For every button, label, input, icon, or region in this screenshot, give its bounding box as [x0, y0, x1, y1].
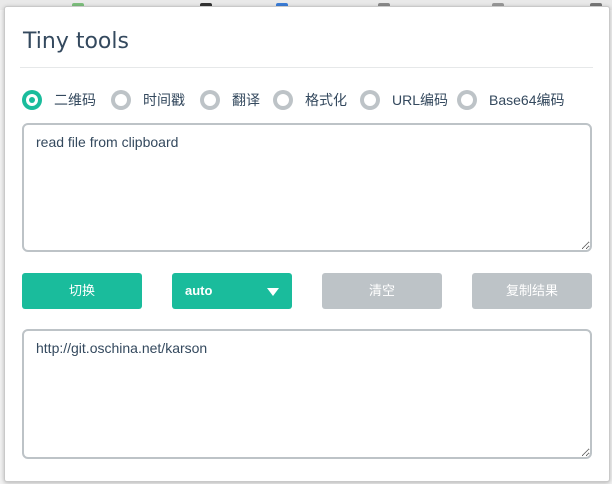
clear-button[interactable]: 清空	[322, 273, 442, 309]
title-divider	[20, 67, 593, 68]
radio-unchecked-icon[interactable]	[360, 90, 380, 110]
caret-down-icon	[267, 288, 279, 296]
radio-label: URL编码	[392, 92, 449, 108]
radio-label: 翻译	[232, 92, 260, 108]
radio-format[interactable]: 格式化	[273, 90, 347, 110]
radio-label: Base64编码	[489, 92, 565, 108]
radio-unchecked-icon[interactable]	[273, 90, 293, 110]
radio-label: 二维码	[54, 92, 96, 108]
radio-unchecked-icon[interactable]	[111, 90, 131, 110]
language-select[interactable]: auto	[172, 273, 292, 309]
radio-unchecked-icon[interactable]	[457, 90, 477, 110]
copy-result-button[interactable]: 复制结果	[472, 273, 592, 309]
radio-checked-icon[interactable]	[22, 90, 42, 110]
switch-button[interactable]: 切换	[22, 273, 142, 309]
radio-timestamp[interactable]: 时间戳	[111, 90, 185, 110]
radio-url-encode[interactable]: URL编码	[360, 90, 448, 110]
radio-base64-encode[interactable]: Base64编码	[457, 90, 564, 110]
radio-unchecked-icon[interactable]	[200, 90, 220, 110]
input-textarea[interactable]: read file from clipboard	[22, 123, 592, 252]
page-title: Tiny tools	[23, 29, 129, 54]
radio-qrcode[interactable]: 二维码	[22, 90, 96, 110]
radio-label: 时间戳	[143, 92, 185, 108]
radio-translate[interactable]: 翻译	[200, 90, 260, 110]
language-select-value: auto	[185, 283, 213, 298]
tiny-tools-popup: Tiny tools 二维码 时间戳 翻译 格式化 URL编码 Base64编码…	[4, 6, 610, 482]
output-textarea[interactable]: http://git.oschina.net/karson	[22, 329, 592, 459]
radio-label: 格式化	[305, 92, 347, 108]
